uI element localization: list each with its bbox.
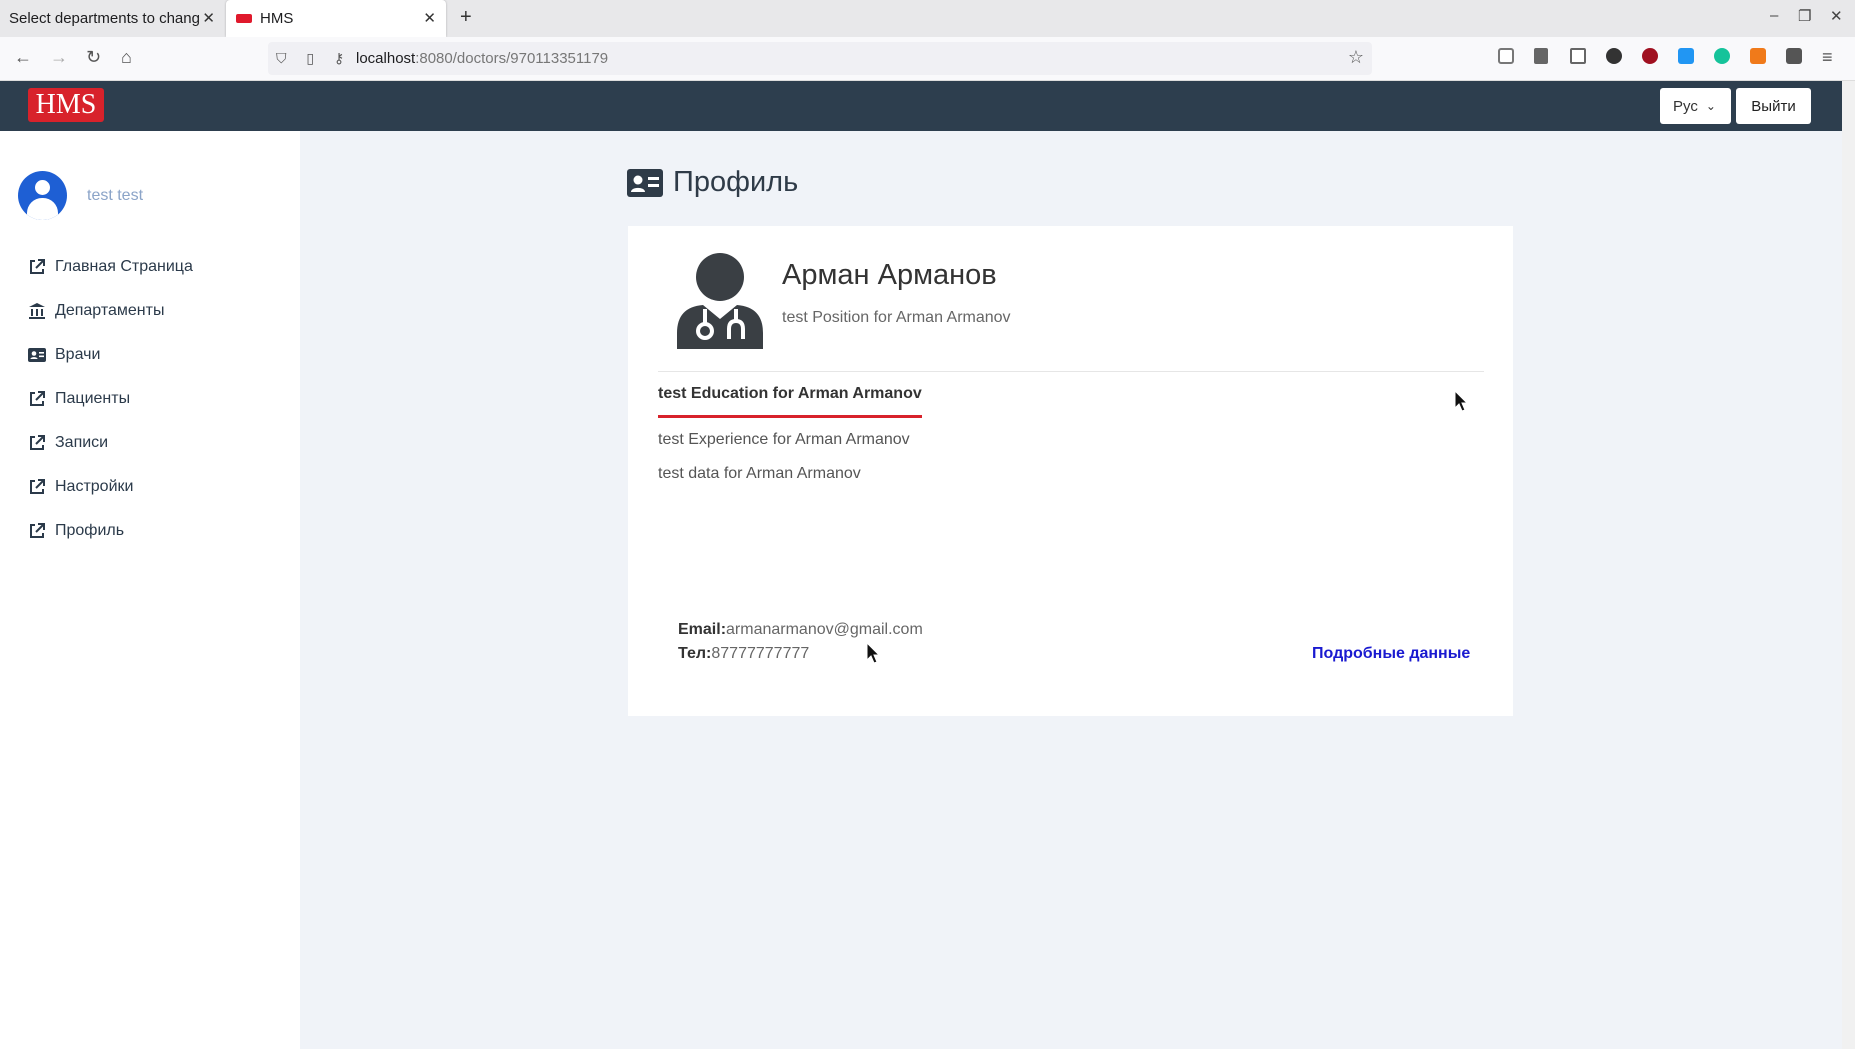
home-icon[interactable]: ⌂ xyxy=(121,47,132,68)
sidebar-item-label: Департаменты xyxy=(55,302,165,319)
browser-navbar: ← → ↻ ⌂ ⛉ ▯ ⚷ localhost:8080/doctors/970… xyxy=(0,37,1855,81)
language-label: Рус xyxy=(1673,97,1698,115)
grammarly-icon[interactable] xyxy=(1714,48,1730,64)
mouse-cursor-icon xyxy=(866,642,880,664)
bookmark-star-icon[interactable]: ☆ xyxy=(1348,47,1364,68)
email-value: armanarmanov@gmail.com xyxy=(726,621,923,638)
external-link-icon xyxy=(30,259,45,274)
id-card-icon xyxy=(28,348,46,362)
doctor-profile-card: Арман Арманов test Position for Arman Ar… xyxy=(628,226,1513,716)
sidebar-item-label: Врачи xyxy=(55,346,101,363)
page-title: Профиль xyxy=(627,166,798,199)
browser-tab-departments[interactable]: Select departments to change ✕ xyxy=(0,0,220,37)
email-label: Email: xyxy=(678,621,727,638)
user-info: test test xyxy=(18,171,143,220)
language-select[interactable]: Рус ⌄ xyxy=(1660,88,1731,124)
pocket-icon[interactable] xyxy=(1498,48,1514,64)
logo[interactable]: HMS xyxy=(28,88,104,122)
sidebar-item-label: Настройки xyxy=(55,478,134,495)
chevron-down-icon: ⌄ xyxy=(1705,99,1716,113)
sidebar-item-settings[interactable]: Настройки xyxy=(28,465,193,509)
restore-icon[interactable]: ❐ xyxy=(1798,7,1811,25)
logout-button[interactable]: Выйти xyxy=(1736,88,1811,124)
details-link[interactable]: Подробные данные xyxy=(1312,645,1470,663)
external-link-icon xyxy=(30,523,45,538)
sidebar-menu: Главная Страница Департаменты Врачи Паци… xyxy=(28,245,193,553)
sidebar: test test Главная Страница Департаменты … xyxy=(0,131,300,1049)
url-text: localhost:8080/doctors/970113351179 xyxy=(356,50,609,67)
doctor-experience: test Experience for Arman Armanov xyxy=(658,431,910,448)
minimize-icon[interactable]: – xyxy=(1770,7,1778,24)
reload-icon[interactable]: ↻ xyxy=(86,47,101,68)
menu-icon[interactable]: ≡ xyxy=(1822,47,1833,68)
doctor-name: Арман Арманов xyxy=(782,259,997,291)
forward-icon[interactable]: → xyxy=(50,47,68,68)
mouse-cursor-icon xyxy=(1454,390,1468,412)
new-tab-button[interactable]: + xyxy=(460,6,472,29)
scrollbar[interactable] xyxy=(1842,81,1855,1049)
doctor-data: test data for Arman Armanov xyxy=(658,465,861,482)
back-icon[interactable]: ← xyxy=(14,47,32,68)
close-icon[interactable]: ✕ xyxy=(202,9,215,27)
sidebar-item-label: Записи xyxy=(55,434,109,451)
phone-row: Тел:87777777777 xyxy=(678,645,809,663)
tab-title: Select departments to change xyxy=(9,10,199,27)
extension-icon[interactable] xyxy=(1786,48,1802,64)
external-link-icon xyxy=(30,391,45,406)
sidebar-item-appointments[interactable]: Записи xyxy=(28,421,193,465)
browser-tab-bar: Select departments to change ✕ HMS ✕ + –… xyxy=(0,0,1855,37)
id-card-icon xyxy=(627,168,663,197)
tab-education[interactable]: test Education for Arman Armanov xyxy=(658,385,922,418)
tab-title: HMS xyxy=(260,10,294,27)
sidebar-item-home[interactable]: Главная Страница xyxy=(28,245,193,289)
sidebar-toggle-icon[interactable] xyxy=(1570,48,1586,64)
sidebar-item-label: Пациенты xyxy=(55,390,131,407)
sidebar-item-doctors[interactable]: Врачи xyxy=(28,333,193,377)
user-name[interactable]: test test xyxy=(87,187,143,205)
sidebar-item-label: Профиль xyxy=(55,522,125,539)
favicon-icon xyxy=(236,14,252,23)
sidebar-item-patients[interactable]: Пациенты xyxy=(28,377,193,421)
phone-value: 87777777777 xyxy=(711,645,810,662)
extension-icon[interactable] xyxy=(1750,48,1766,64)
sidebar-item-departments[interactable]: Департаменты xyxy=(28,289,193,333)
app-header: HMS Рус ⌄ Выйти xyxy=(0,81,1842,131)
shield-icon: ⛉ ▯ ⚷ xyxy=(276,50,353,66)
external-link-icon xyxy=(30,479,45,494)
browser-tab-hms[interactable]: HMS ✕ xyxy=(226,0,446,37)
library-icon[interactable] xyxy=(1534,48,1548,64)
extension-icon[interactable] xyxy=(1606,48,1622,64)
extension-icon[interactable] xyxy=(1678,48,1694,64)
phone-label: Тел: xyxy=(678,645,712,662)
sidebar-item-profile[interactable]: Профиль xyxy=(28,509,193,553)
close-window-icon[interactable]: ✕ xyxy=(1830,7,1843,25)
external-link-icon xyxy=(30,435,45,450)
sidebar-item-label: Главная Страница xyxy=(55,258,193,275)
email-row: Email:armanarmanov@gmail.com xyxy=(678,621,923,639)
bank-icon xyxy=(29,303,45,319)
page-title-text: Профиль xyxy=(673,166,799,198)
ublock-icon[interactable] xyxy=(1642,48,1658,64)
url-bar[interactable]: ⛉ ▯ ⚷ localhost:8080/doctors/97011335117… xyxy=(268,42,1372,75)
doctor-position: test Position for Arman Armanov xyxy=(782,309,1011,326)
avatar xyxy=(18,171,67,220)
divider xyxy=(658,371,1484,372)
close-icon[interactable]: ✕ xyxy=(423,9,436,27)
doctor-icon xyxy=(677,253,763,349)
